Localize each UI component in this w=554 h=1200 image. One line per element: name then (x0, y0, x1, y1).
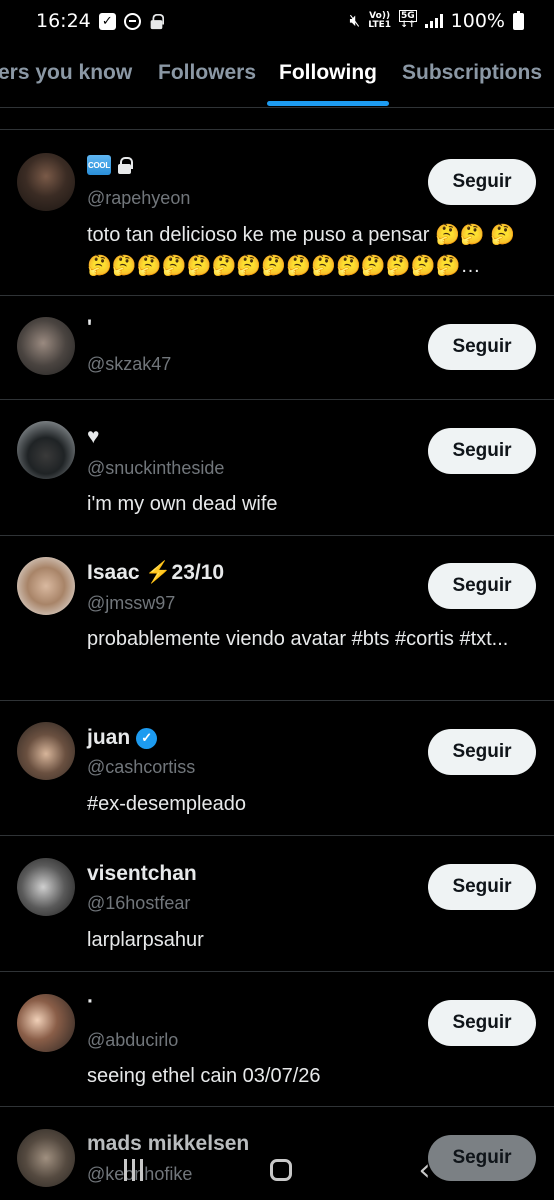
avatar[interactable] (17, 557, 75, 615)
list-item[interactable]: ' @skzak47 Seguir (0, 296, 554, 400)
mute-icon: 🔇︎ (349, 11, 361, 31)
user-handle: @rapehyeon (87, 188, 191, 208)
user-bio: probablemente viendo avatar #bts #cortis… (87, 628, 509, 650)
list-item[interactable]: visentchan @16hostfear larplarpsahur Seg… (0, 836, 554, 972)
protected-account-icon (117, 156, 133, 174)
signal-icon (424, 14, 443, 28)
checkbox-notification-icon: ✓ (98, 12, 116, 30)
tab-following[interactable]: Following (279, 61, 377, 85)
user-handle: @skzak47 (87, 354, 172, 374)
user-name: Isaac ⚡23/10 (87, 561, 225, 584)
recents-icon[interactable] (123, 1159, 143, 1181)
user-handle: @snuckintheside (87, 458, 225, 478)
follow-tabs: ers you know Followers Following Subscri… (0, 44, 554, 106)
status-left: 16:24 ✓ (36, 10, 164, 32)
cool-badge-icon: COOL (87, 155, 111, 175)
follow-button[interactable]: Seguir (428, 1000, 536, 1046)
status-bar: 16:24 ✓ 🔇︎ Vo)) LTE1 5G ↓↑ 100% (0, 0, 554, 42)
list-item[interactable]: COOL @rapehyeon toto tan delicioso ke me… (0, 130, 554, 296)
clock: 16:24 (36, 10, 91, 32)
avatar[interactable] (17, 153, 75, 211)
user-bio: toto tan delicioso ke me puso a pensar 🤔… (87, 224, 516, 277)
battery-percent: 100% (450, 10, 505, 32)
list-item[interactable]: ♥ @snuckintheside i'm my own dead wife S… (0, 400, 554, 536)
list-item[interactable]: juan ✓ @cashcortiss #ex-desempleado Segu… (0, 701, 554, 836)
user-bio: seeing ethel cain 03/07/26 (87, 1065, 321, 1087)
follow-button[interactable]: Seguir (428, 563, 536, 609)
user-bio: larplarpsahur (87, 929, 204, 951)
user-name: juan ✓ (87, 726, 158, 750)
follow-button[interactable]: Seguir (428, 864, 536, 910)
avatar[interactable] (17, 317, 75, 375)
user-name-text: juan (87, 726, 131, 749)
verified-badge-icon: ✓ (136, 727, 158, 749)
avatar[interactable] (17, 421, 75, 479)
user-name: visentchan (87, 862, 197, 885)
tab-followers-you-know[interactable]: ers you know (0, 61, 132, 85)
network-5g-indicator: 5G ↓↑ (399, 10, 417, 30)
user-bio: i'm my own dead wife (87, 493, 278, 515)
system-navigation-bar: ‹ (0, 1140, 554, 1200)
user-handle: @16hostfear (87, 893, 191, 913)
user-name: ' (87, 316, 92, 339)
user-handle: @jmssw97 (87, 593, 176, 613)
follow-button[interactable]: Seguir (428, 324, 536, 370)
list-item[interactable]: Isaac ⚡23/10 @jmssw97 probablemente vien… (0, 536, 554, 701)
follow-button[interactable]: Seguir (428, 428, 536, 474)
tabs-divider (0, 107, 554, 108)
tab-followers[interactable]: Followers (158, 61, 256, 85)
back-icon[interactable]: ‹ (419, 1153, 431, 1188)
do-not-disturb-icon (123, 12, 141, 30)
volte-indicator: Vo)) LTE1 (368, 11, 392, 30)
avatar[interactable] (17, 858, 75, 916)
user-handle: @cashcortiss (87, 757, 196, 777)
user-name: ♥ (87, 425, 100, 448)
user-handle: @abducirlo (87, 1030, 179, 1050)
user-bio: #ex-desempleado (87, 793, 246, 815)
avatar[interactable] (17, 722, 75, 780)
list-item[interactable]: · @abducirlo seeing ethel cain 03/07/26 … (0, 972, 554, 1107)
tab-subscriptions[interactable]: Subscriptions (402, 61, 542, 85)
user-name: COOL (87, 155, 133, 175)
user-name: · (87, 990, 94, 1013)
home-icon[interactable] (269, 1159, 292, 1181)
active-tab-indicator (267, 101, 389, 106)
follow-button[interactable]: Seguir (428, 159, 536, 205)
status-right: 🔇︎ Vo)) LTE1 5G ↓↑ 100% (349, 10, 524, 32)
avatar[interactable] (17, 994, 75, 1052)
follow-button[interactable]: Seguir (428, 729, 536, 775)
lock-notification-icon (150, 13, 164, 29)
battery-icon (513, 10, 524, 30)
